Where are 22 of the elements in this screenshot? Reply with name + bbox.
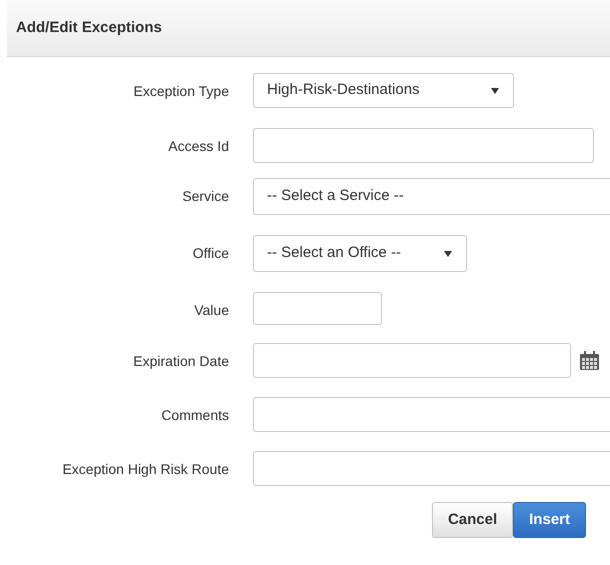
field-label: Value [193, 301, 229, 320]
field-label: Exception Type [132, 82, 229, 101]
text-field[interactable] [253, 451, 610, 486]
field-label: Service [181, 187, 229, 206]
select-field[interactable]: High-Risk-Destinations [253, 73, 514, 108]
text-field[interactable] [253, 292, 382, 325]
panel-title: Add/Edit Exceptions [16, 18, 162, 38]
dropdown-arrow-icon [491, 88, 499, 94]
insert-button[interactable]: Insert [513, 502, 586, 538]
cancel-button[interactable]: Cancel [432, 502, 514, 538]
field-label: Expiration Date [132, 352, 229, 371]
field-label: Access Id [167, 137, 229, 156]
text-field[interactable] [253, 128, 594, 163]
text-field[interactable] [253, 397, 610, 432]
calendar-icon[interactable] [580, 351, 599, 370]
field-label: Exception High Risk Route [61, 460, 229, 479]
field-label: Office [192, 244, 229, 263]
dropdown-arrow-icon [444, 250, 452, 256]
select-field[interactable]: -- Select a Service -- [253, 178, 610, 215]
field-label: Comments [160, 406, 229, 425]
select-field[interactable]: -- Select an Office -- [253, 235, 467, 272]
date-field[interactable] [253, 343, 571, 378]
